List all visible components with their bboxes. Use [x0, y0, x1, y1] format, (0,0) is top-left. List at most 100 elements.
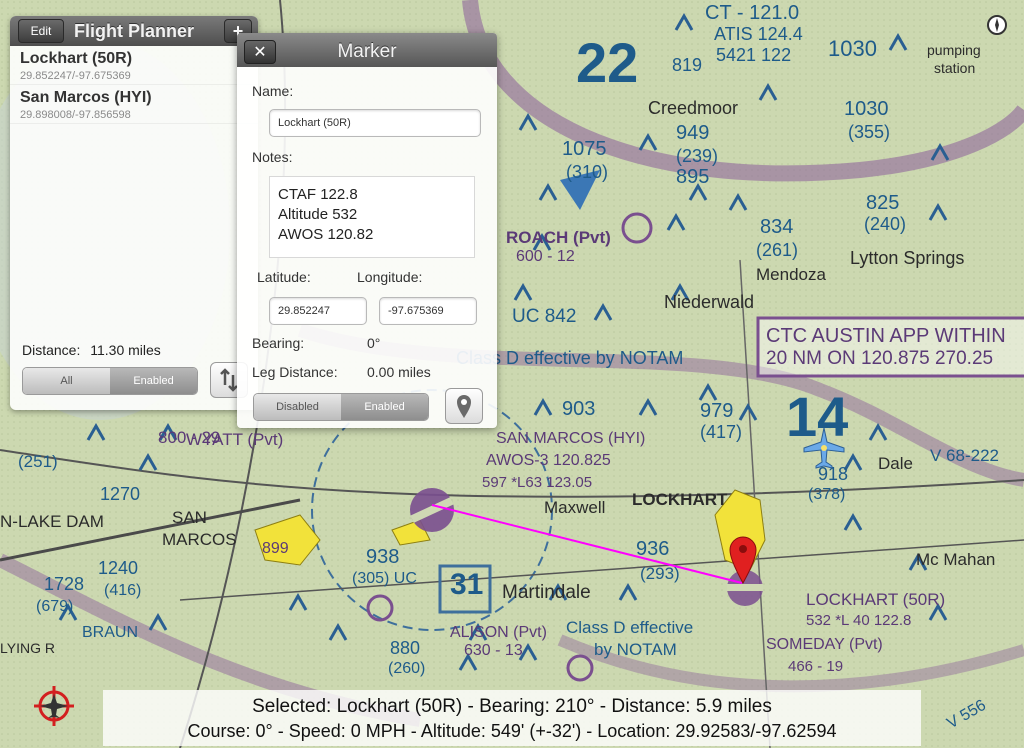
map-label-834: 834 — [760, 216, 794, 238]
route-item-name: San Marcos (HYI) — [20, 89, 152, 106]
name-field[interactable]: Lockhart (50R) — [269, 109, 481, 137]
map-label-240: (240) — [864, 214, 907, 234]
map-label-1075: 1075 — [562, 138, 607, 160]
latitude-field[interactable]: 29.852247 — [269, 297, 367, 325]
marker-panel: ✕ Marker Name: Lockhart (50R) Notes: CTA… — [237, 33, 497, 428]
map-label-251: (251) — [18, 452, 58, 471]
map-label-899: 899 — [262, 540, 289, 557]
map-label-ctc1: CTC AUSTIN APP WITHIN — [766, 325, 1006, 347]
map-label-mcmahan: Mc Mahan — [916, 550, 996, 569]
aircraft-icon — [802, 426, 846, 470]
map-label-braun: BRAUN — [82, 624, 139, 641]
map-label-679: (679) — [36, 598, 74, 615]
map-label-ctc2: 20 NM ON 120.875 270.25 — [766, 348, 994, 369]
map-label-1030: 1030 — [828, 36, 877, 61]
route-item-coord: 29.898008/-97.856598 — [20, 109, 131, 121]
map-label-creedmoor: Creedmoor — [648, 98, 739, 118]
route-item[interactable]: Lockhart (50R) 29.852247/-97.675369 — [10, 46, 258, 85]
map-label-awos2: 597 *L63 123.05 — [482, 474, 593, 491]
bearing-label: Bearing: — [252, 335, 305, 351]
map-label-378: (378) — [808, 486, 846, 503]
filter-enabled-button[interactable]: Enabled — [110, 368, 197, 394]
marker-enable-segmented: Disabled Enabled — [253, 393, 429, 421]
map-label-wyatt-val: 800 - 29 — [158, 428, 221, 447]
map-label-niederwald: Niederwald — [664, 292, 755, 312]
map-label-416: (416) — [104, 582, 142, 599]
map-label-305: (305) UC — [352, 570, 417, 587]
map-label-sanmarcos-hyi: SAN MARCOS (HYI) — [496, 430, 646, 447]
map-label-san: SAN — [172, 508, 207, 527]
filter-all-button[interactable]: All — [23, 368, 110, 394]
disabled-toggle[interactable]: Disabled — [254, 394, 341, 420]
compass-icon[interactable] — [986, 14, 1008, 36]
selection-status: Selected: Lockhart (50R) - Bearing: 210°… — [252, 696, 772, 717]
map-label-979: 979 — [700, 400, 734, 422]
route-filter-segmented: All Enabled — [22, 367, 198, 395]
map-label-maxwell: Maxwell — [544, 498, 606, 517]
map-label-someday: SOMEDAY (Pvt) — [766, 636, 883, 653]
distance-value: 11.30 miles — [90, 342, 161, 358]
longitude-label: Longitude: — [357, 269, 423, 285]
reverse-route-icon — [220, 368, 238, 392]
longitude-field[interactable]: -97.675369 — [379, 297, 477, 325]
map-label-mendoza: Mendoza — [756, 265, 826, 284]
map-label-lakedam: N-LAKE DAM — [0, 512, 104, 531]
leg-distance-label: Leg Distance: — [252, 364, 338, 380]
gps-status: Course: 0° - Speed: 0 MPH - Altitude: 54… — [187, 721, 837, 741]
map-label-alison-val: 630 - 13 — [464, 642, 523, 659]
route-item-name: Lockhart (50R) — [20, 50, 133, 67]
map-label-355: (355) — [848, 122, 891, 142]
map-label-roach-val: 600 - 12 — [516, 248, 575, 265]
locate-marker-button[interactable] — [445, 388, 483, 424]
map-label-903: 903 — [562, 398, 596, 420]
map-label-marcos: MARCOS — [162, 530, 237, 549]
map-label-lockhart50r-val: 532 *L 40 122.8 — [806, 612, 912, 629]
route-item-coord: 29.852247/-97.675369 — [20, 70, 131, 82]
notes-field[interactable]: CTAF 122.8 Altitude 532 AWOS 120.82 — [269, 176, 475, 258]
bearing-value: 0° — [367, 335, 381, 351]
map-label-awos: AWOS-3 120.825 — [486, 452, 611, 469]
map-label-819: 819 — [672, 55, 703, 75]
enabled-toggle[interactable]: Enabled — [341, 394, 428, 420]
map-label-ctaf: CT - 121.0 — [705, 2, 800, 24]
map-label-lying: LYING R — [0, 640, 55, 656]
map-label-1030b: 1030 — [844, 98, 889, 120]
map-label-22: 22 — [576, 31, 639, 94]
map-label-31: 31 — [450, 568, 484, 601]
map-label-station: station — [934, 60, 976, 76]
status-bar: Selected: Lockhart (50R) - Bearing: 210°… — [103, 690, 921, 746]
map-label-roach: ROACH (Pvt) — [506, 228, 611, 247]
map-label-880: 880 — [390, 638, 421, 658]
planner-title: Flight Planner — [73, 20, 194, 41]
map-label-1240: 1240 — [98, 558, 139, 578]
map-label-martindale: Martindale — [502, 582, 591, 603]
map-label-classd3: by NOTAM — [594, 640, 677, 659]
map-label-825: 825 — [866, 192, 900, 214]
route-item[interactable]: San Marcos (HYI) 29.898008/-97.856598 — [10, 85, 258, 124]
leg-distance-value: 0.00 miles — [367, 364, 431, 380]
notes-line: AWOS 120.82 — [278, 226, 374, 243]
map-label-310: (310) — [566, 162, 609, 182]
map-label-293: (293) — [640, 564, 680, 583]
map-pin-icon — [457, 395, 471, 418]
map-label-atis: ATIS 124.4 — [714, 24, 803, 44]
notes-line: Altitude 532 — [278, 206, 358, 223]
map-label-260: (260) — [388, 660, 426, 677]
map-label-938: 938 — [366, 546, 400, 568]
map-label-someday-val: 466 - 19 — [788, 658, 844, 675]
map-label-classd2: Class D effective — [566, 618, 694, 637]
name-label: Name: — [252, 83, 294, 99]
map-label-895: 895 — [676, 166, 710, 188]
map-label-261: (261) — [756, 240, 799, 260]
planner-toolbar: Edit Flight Planner + — [10, 16, 258, 46]
distance-label: Distance: — [22, 342, 81, 358]
center-on-aircraft-icon[interactable] — [30, 684, 78, 728]
map-label-uc842: UC 842 — [512, 306, 577, 327]
map-label-dale: Dale — [878, 454, 913, 473]
map-label-239: (239) — [676, 146, 719, 166]
map-label-pumping: pumping — [927, 42, 981, 58]
flight-planner-panel: Edit Flight Planner + Lockhart (50R) 29.… — [10, 16, 258, 410]
map-label-lytton: Lytton Springs — [850, 248, 965, 268]
map-label-1728: 1728 — [44, 574, 85, 594]
route-distance: Distance: 11.30 miles — [22, 342, 161, 358]
